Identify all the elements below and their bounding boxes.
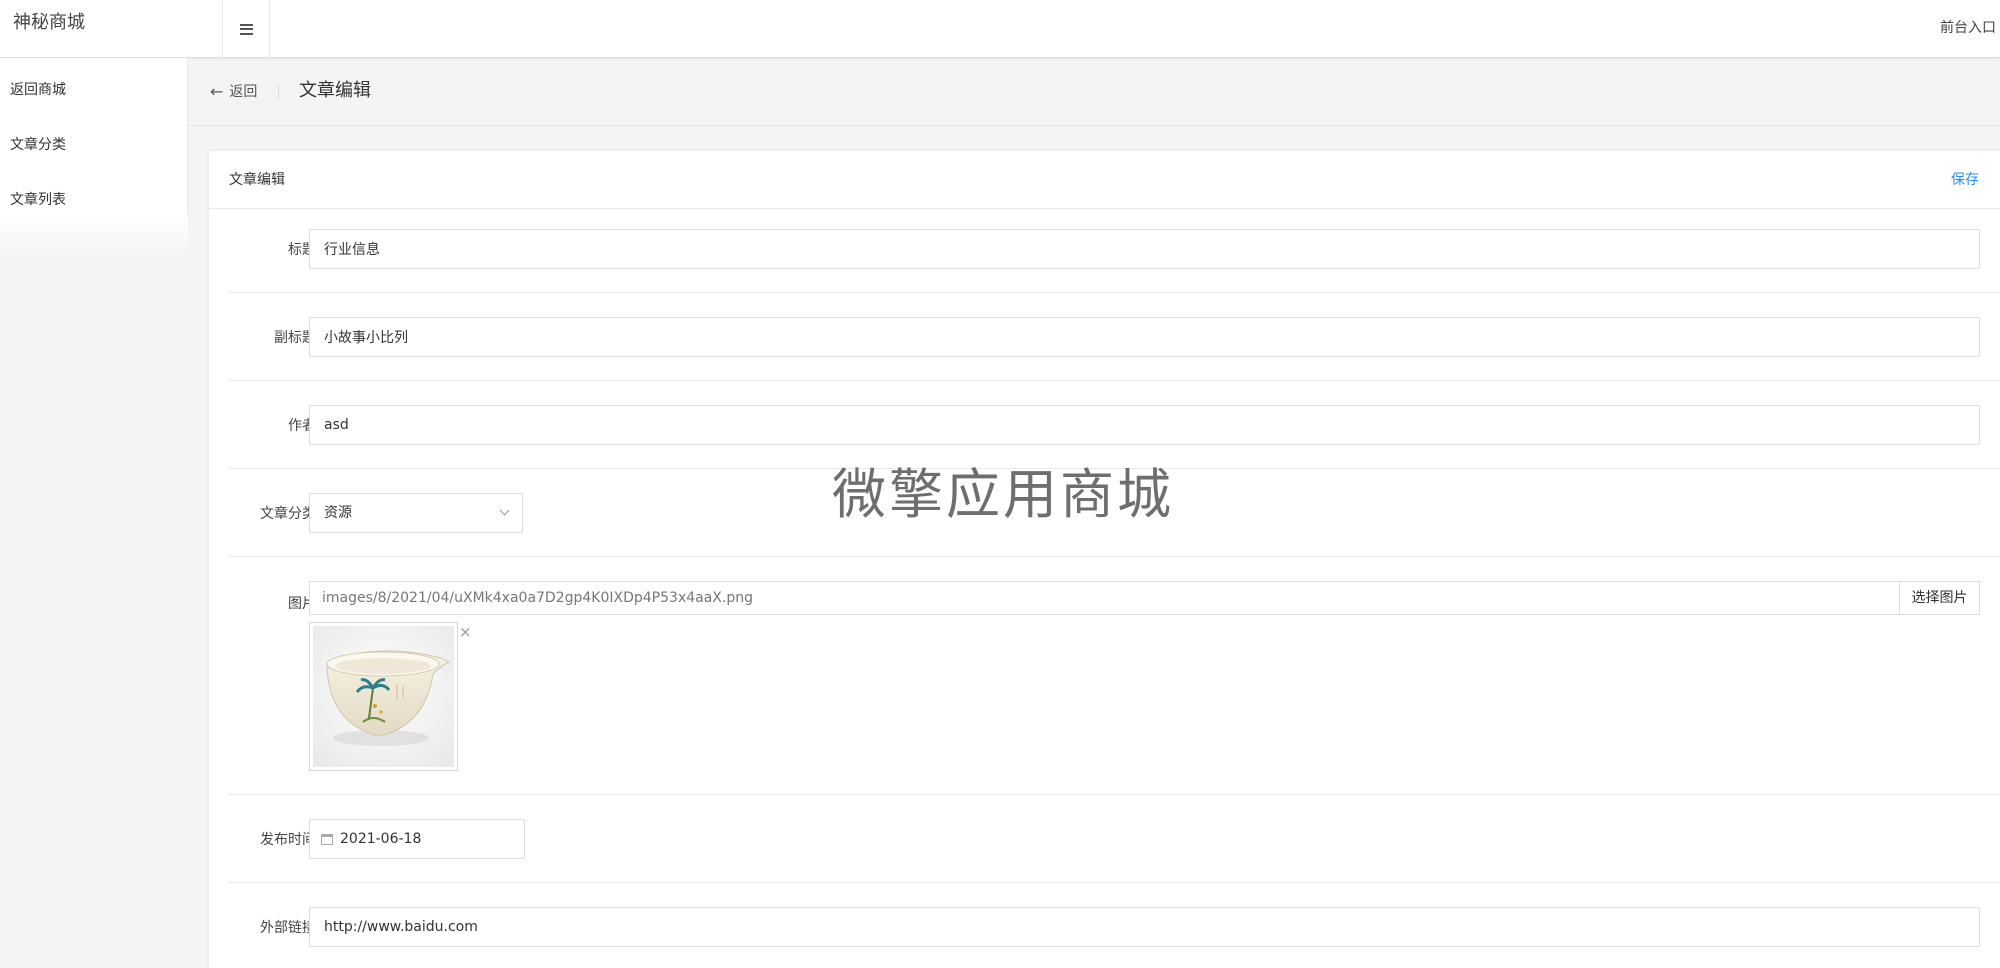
hamburger-icon	[239, 23, 253, 35]
front-entrance-link[interactable]: 前台入口	[1940, 0, 1996, 58]
calendar-icon	[321, 834, 333, 845]
image-label: 图片	[288, 596, 316, 612]
page-title: 文章编辑	[299, 80, 371, 101]
back-button[interactable]: ← 返回	[210, 58, 257, 126]
author-label: 作者	[288, 418, 316, 434]
sidebar-item-back-to-mall[interactable]: 返回商城	[10, 79, 66, 99]
subtitle-input[interactable]	[309, 317, 1980, 357]
external-link-label: 外部链接	[260, 920, 316, 936]
arrow-left-icon: ←	[210, 82, 224, 101]
close-icon[interactable]: ×	[459, 625, 472, 640]
row-divider	[229, 292, 2000, 293]
back-label: 返回	[229, 84, 258, 100]
category-selected-value: 资源	[324, 505, 352, 521]
title-label: 标题	[288, 242, 316, 258]
sidebar-fade	[0, 215, 188, 255]
publish-date-value: 2021-06-18	[340, 831, 422, 847]
card-title: 文章编辑	[229, 172, 285, 188]
row-divider	[229, 556, 2000, 557]
article-edit-card: 文章编辑 保存 标题 副标题 作者 文章分类 资源 图片 选择图片	[209, 151, 2000, 968]
page-header: ← 返回 文章编辑	[188, 58, 2000, 126]
row-divider	[229, 882, 2000, 883]
row-divider	[229, 794, 2000, 795]
chevron-down-icon	[499, 505, 510, 516]
menu-toggle-button[interactable]	[223, 0, 270, 58]
header-divider	[278, 84, 279, 100]
brand-title[interactable]: 神秘商城	[13, 0, 85, 45]
author-input[interactable]	[309, 405, 1980, 445]
sidebar-item-article-category[interactable]: 文章分类	[10, 134, 66, 154]
row-divider	[229, 380, 2000, 381]
sidebar-item-article-list[interactable]: 文章列表	[10, 189, 66, 209]
image-path-input[interactable]	[309, 581, 1900, 615]
teacup-image	[313, 626, 454, 767]
subtitle-label: 副标题	[274, 330, 316, 346]
row-divider	[229, 468, 2000, 469]
save-button[interactable]: 保存	[1951, 151, 1979, 209]
publish-date-picker[interactable]: 2021-06-18	[309, 819, 525, 859]
category-label: 文章分类	[260, 506, 316, 522]
publish-time-label: 发布时间	[260, 832, 316, 848]
title-input[interactable]	[309, 229, 1980, 269]
top-bar: 神秘商城 前台入口	[0, 0, 2000, 58]
external-link-input[interactable]	[309, 907, 1980, 947]
category-select[interactable]: 资源	[309, 493, 523, 533]
card-header: 文章编辑 保存	[209, 151, 2000, 209]
choose-image-button[interactable]: 选择图片	[1900, 581, 1980, 615]
image-thumbnail	[309, 622, 458, 771]
